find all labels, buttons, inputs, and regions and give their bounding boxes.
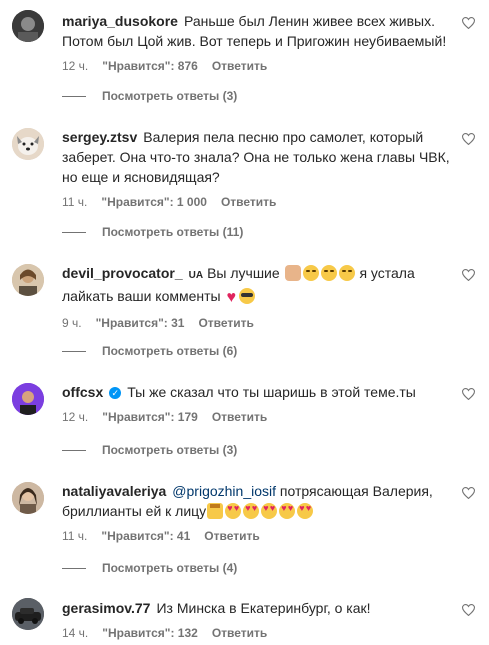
view-replies-button[interactable]: Посмотреть ответы (6) xyxy=(62,344,237,358)
view-replies-button[interactable]: Посмотреть ответы (11) xyxy=(62,225,243,239)
like-heart-icon[interactable] xyxy=(461,268,475,282)
comment-username[interactable]: devil_provocator_ xyxy=(62,265,183,281)
divider xyxy=(62,95,86,97)
like-heart-icon[interactable] xyxy=(461,387,475,401)
mention-link[interactable]: @prigozhin_iosif xyxy=(172,483,276,499)
divider xyxy=(62,350,86,352)
avatar[interactable] xyxy=(12,383,44,415)
red-heart-emoji: ♥ xyxy=(226,289,237,306)
divider xyxy=(62,567,86,569)
comment-time[interactable]: 12 ч. xyxy=(62,58,88,74)
view-replies-button[interactable]: Посмотреть ответы (3) xyxy=(62,89,237,103)
view-replies-button[interactable]: Посмотреть ответы (3) xyxy=(62,443,237,457)
like-count[interactable]: "Нравится": 1 000 xyxy=(101,194,207,210)
comment-username[interactable]: offcsx xyxy=(62,384,103,400)
like-count[interactable]: "Нравится": 179 xyxy=(102,409,198,425)
like-heart-icon[interactable] xyxy=(461,132,475,146)
heart-eyes-emoji xyxy=(243,503,260,519)
divider xyxy=(62,231,86,233)
princess-emoji xyxy=(207,503,224,519)
heart-eyes-emoji xyxy=(279,503,296,519)
heart-eyes-emoji xyxy=(225,503,242,519)
laughing-tears-emoji xyxy=(320,265,337,281)
clap-emoji xyxy=(284,265,301,281)
heart-eyes-emoji xyxy=(261,503,278,519)
comment-username[interactable]: sergey.ztsv xyxy=(62,129,137,145)
like-heart-icon[interactable] xyxy=(461,603,475,617)
flag-ua: UA xyxy=(188,270,204,281)
like-count[interactable]: "Нравится": 876 xyxy=(102,58,198,74)
comment-time[interactable]: 12 ч. xyxy=(62,409,88,425)
avatar[interactable] xyxy=(12,10,44,42)
reply-button[interactable]: Ответить xyxy=(212,409,267,425)
comment-time[interactable]: 9 ч. xyxy=(62,315,82,331)
like-count[interactable]: "Нравится": 31 xyxy=(96,315,185,331)
avatar[interactable] xyxy=(12,598,44,630)
view-replies-label: Посмотреть ответы (3) xyxy=(102,89,238,103)
comment-username[interactable]: gerasimov.77 xyxy=(62,600,150,616)
laughing-tears-emoji xyxy=(338,265,355,281)
like-count[interactable]: "Нравится": 132 xyxy=(102,625,198,641)
comment-text: Из Минска в Екатеринбург, о как! xyxy=(156,600,371,616)
comment-time[interactable]: 14 ч. xyxy=(62,625,88,641)
comment-username[interactable]: nataliyavaleriya xyxy=(62,483,166,499)
avatar[interactable] xyxy=(12,264,44,296)
comment-username[interactable]: mariya_dusokore xyxy=(62,13,178,29)
heart-eyes-emoji xyxy=(297,503,314,519)
verified-badge-icon: ✓ xyxy=(109,387,122,399)
reply-button[interactable]: Ответить xyxy=(212,58,267,74)
like-heart-icon[interactable] xyxy=(461,486,475,500)
avatar[interactable] xyxy=(12,482,44,514)
view-replies-label: Посмотреть ответы (4) xyxy=(102,561,238,575)
reply-button[interactable]: Ответить xyxy=(204,528,259,544)
divider xyxy=(62,449,86,451)
avatar[interactable] xyxy=(12,128,44,160)
view-replies-button[interactable]: Посмотреть ответы (4) xyxy=(62,561,237,575)
laughing-tears-emoji xyxy=(302,265,319,281)
comment-text: Вы лучшие xyxy=(207,265,280,281)
sunglasses-emoji xyxy=(239,288,255,304)
reply-button[interactable]: Ответить xyxy=(198,315,253,331)
reply-button[interactable]: Ответить xyxy=(221,194,276,210)
comment-text: Ты же сказал что ты шаришь в этой теме.т… xyxy=(127,384,416,400)
view-replies-label: Посмотреть ответы (3) xyxy=(102,443,238,457)
comment-time[interactable]: 11 ч. xyxy=(62,528,87,544)
reply-button[interactable]: Ответить xyxy=(212,625,267,641)
comment-time[interactable]: 11 ч. xyxy=(62,194,87,210)
like-heart-icon[interactable] xyxy=(461,16,475,30)
like-count[interactable]: "Нравится": 41 xyxy=(101,528,190,544)
view-replies-label: Посмотреть ответы (11) xyxy=(102,225,244,239)
view-replies-label: Посмотреть ответы (6) xyxy=(102,344,238,358)
